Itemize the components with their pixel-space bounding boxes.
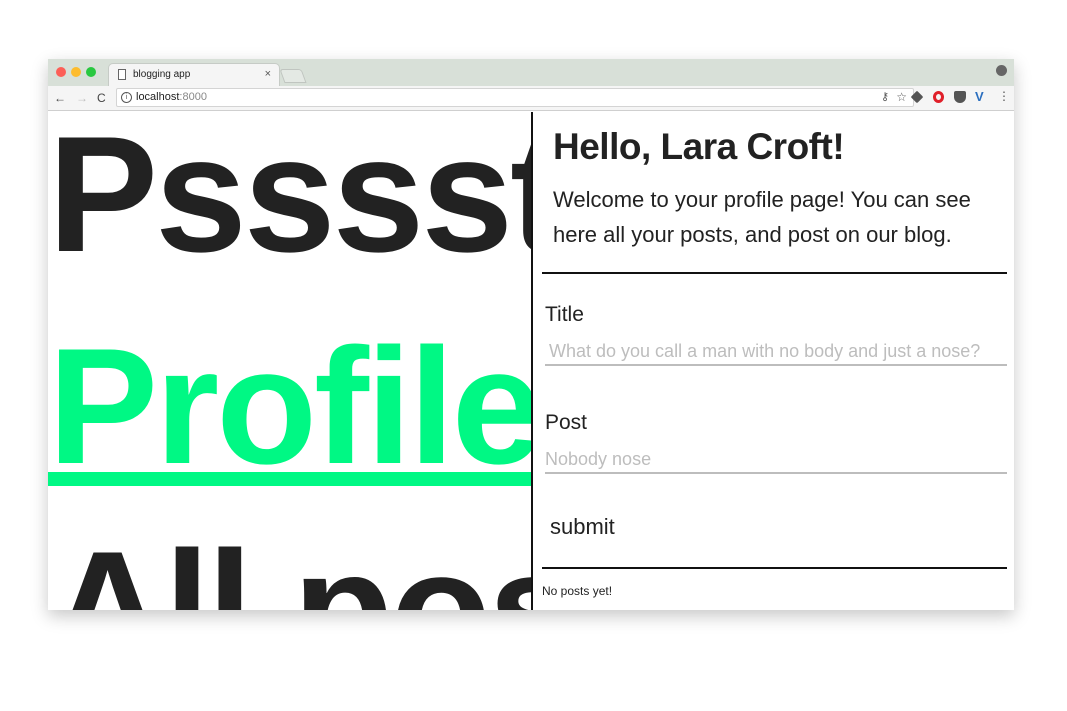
greeting-heading: Hello, Lara Croft! (553, 126, 845, 167)
new-tab-button[interactable] (279, 69, 307, 83)
v-extension-icon[interactable]: V (975, 89, 984, 104)
posts-divider (542, 567, 1007, 569)
close-window-button[interactable] (56, 67, 66, 77)
pocket-extension-icon[interactable] (954, 91, 966, 103)
left-panel: Psssst Profile All posts (48, 112, 531, 610)
url-port: :8000 (179, 91, 207, 103)
profile-link-underline (48, 472, 531, 486)
forward-arrow-icon[interactable]: → (76, 91, 88, 105)
info-icon[interactable]: i (121, 92, 132, 103)
post-label: Post (545, 411, 588, 434)
title-bar: blogging app × (48, 59, 1014, 86)
browser-menu-icon[interactable]: ⋮ (998, 89, 1010, 103)
title-label: Title (545, 303, 584, 326)
browser-window: blogging app × ← → C i localhost:8000 ⚷ … (48, 59, 1014, 610)
headline-all-posts: All posts (48, 517, 531, 611)
profile-link[interactable]: Profile (48, 324, 531, 489)
submit-button[interactable]: submit (546, 514, 619, 540)
minimize-window-button[interactable] (71, 67, 81, 77)
user-profile-icon[interactable] (996, 65, 1007, 76)
document-icon (118, 69, 126, 80)
browser-tab[interactable]: blogging app × (108, 63, 280, 86)
tab-title: blogging app (133, 69, 191, 80)
tab-close-icon[interactable]: × (265, 68, 271, 80)
bookmark-star-icon[interactable]: ☆ (896, 90, 907, 104)
url-text: localhost:8000 (136, 91, 207, 103)
address-bar[interactable]: i localhost:8000 ⚷ ☆ (116, 88, 914, 107)
opera-extension-icon[interactable] (933, 91, 944, 103)
back-arrow-icon[interactable]: ← (54, 91, 66, 105)
post-input[interactable] (545, 446, 1007, 474)
key-icon[interactable]: ⚷ (881, 90, 889, 103)
browser-toolbar: ← → C i localhost:8000 ⚷ ☆ V ⋮ (48, 86, 1014, 111)
page-content: Psssst Profile All posts Hello, Lara Cro… (48, 112, 1014, 610)
title-input[interactable] (545, 338, 1007, 366)
reload-icon[interactable]: C (97, 91, 106, 105)
intro-text: Welcome to your profile page! You can se… (553, 187, 971, 247)
profile-panel: Hello, Lara Croft! Welcome to your profi… (533, 112, 1014, 610)
empty-posts-message: No posts yet! (542, 584, 613, 598)
url-host: localhost (136, 91, 180, 103)
section-divider (542, 272, 1007, 274)
maximize-window-button[interactable] (86, 67, 96, 77)
headline-psssst: Psssst (48, 112, 531, 286)
